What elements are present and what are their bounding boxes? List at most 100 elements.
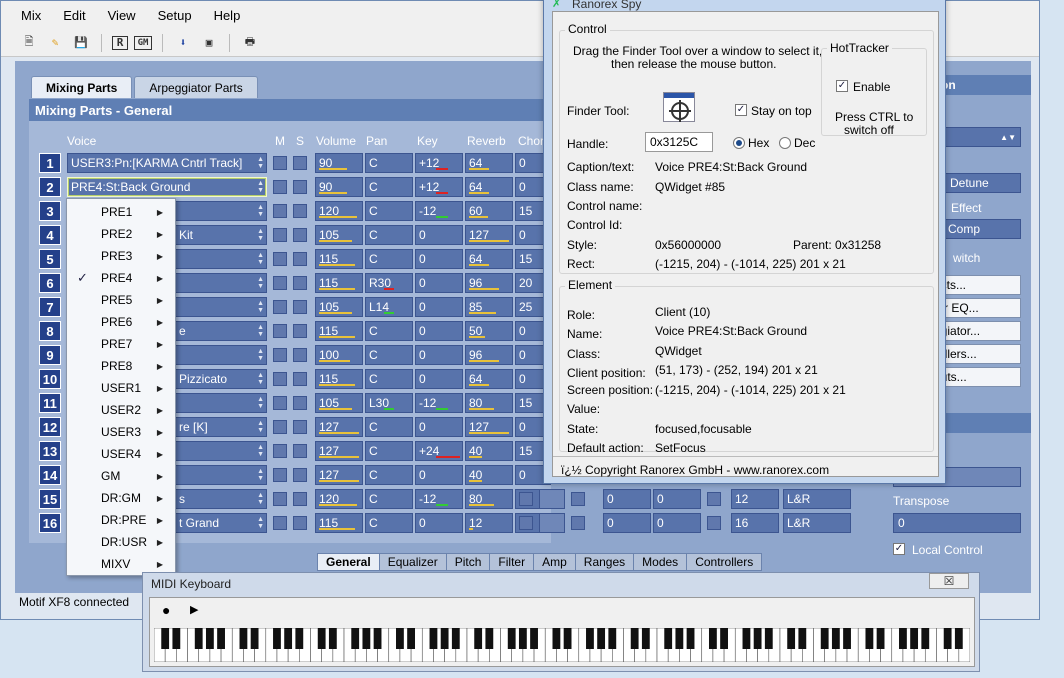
solo-checkbox[interactable]	[293, 396, 307, 410]
solo-checkbox[interactable]	[293, 204, 307, 218]
key-field[interactable]: 0	[415, 345, 463, 365]
spin-arrows-icon[interactable]: ▲ ▼	[257, 444, 264, 458]
black-key[interactable]	[798, 628, 807, 649]
output-field[interactable]: L&R	[783, 489, 851, 509]
volume-field[interactable]: 115	[315, 513, 363, 533]
mute-checkbox[interactable]	[273, 372, 287, 386]
pan-field[interactable]: L14	[365, 297, 413, 317]
dry-field[interactable]: 0	[653, 489, 701, 509]
reverb-field[interactable]: 64	[465, 177, 513, 197]
black-key[interactable]	[239, 628, 248, 649]
black-key[interactable]	[351, 628, 360, 649]
key-field[interactable]: 0	[415, 513, 463, 533]
record-icon[interactable]: ●	[162, 602, 170, 618]
reverb-field[interactable]: 64	[465, 369, 513, 389]
black-key[interactable]	[440, 628, 449, 649]
spin-arrows-icon[interactable]: ▲ ▼	[257, 180, 264, 194]
voice-field[interactable]: PRE4:St:Back Ground ▲ ▼	[67, 177, 267, 197]
pan-field[interactable]: R30	[365, 273, 413, 293]
key-field[interactable]: +24	[415, 441, 463, 461]
extra-checkbox[interactable]	[571, 516, 585, 530]
mute-checkbox[interactable]	[273, 180, 287, 194]
solo-checkbox[interactable]	[293, 372, 307, 386]
black-key[interactable]	[764, 628, 773, 649]
menu-item-pre7[interactable]: PRE7 ▶	[67, 333, 175, 355]
extra-checkbox[interactable]	[707, 516, 721, 530]
solo-checkbox[interactable]	[293, 156, 307, 170]
tab-filter[interactable]: Filter	[489, 553, 535, 571]
device-icon[interactable]: ▣	[199, 33, 219, 53]
stay-on-top-checkbox[interactable]: ✓	[735, 104, 747, 116]
pan-field[interactable]: C	[365, 321, 413, 341]
black-key[interactable]	[943, 628, 952, 649]
pan-field[interactable]: C	[365, 345, 413, 365]
black-key[interactable]	[317, 628, 326, 649]
reverb-field[interactable]: 80	[465, 393, 513, 413]
tab-controllers[interactable]: Controllers	[686, 553, 763, 571]
piano-keys[interactable]	[154, 628, 970, 662]
key-field[interactable]: 0	[415, 417, 463, 437]
solo-checkbox[interactable]	[293, 420, 307, 434]
solo-checkbox[interactable]	[293, 276, 307, 290]
mute-checkbox[interactable]	[273, 252, 287, 266]
pan-field[interactable]: C	[365, 417, 413, 437]
finder-tool-icon[interactable]	[663, 92, 695, 122]
black-key[interactable]	[284, 628, 293, 649]
key-field[interactable]: +12	[415, 153, 463, 173]
black-key[interactable]	[429, 628, 438, 649]
pan-field[interactable]: C	[365, 201, 413, 221]
mute-checkbox[interactable]	[273, 276, 287, 290]
mute-checkbox[interactable]	[273, 516, 287, 530]
menu-item-pre4[interactable]: ✓ PRE4 ▶	[67, 267, 175, 289]
extra-checkbox[interactable]	[519, 492, 533, 506]
reverb-field[interactable]: 60	[465, 201, 513, 221]
solo-checkbox[interactable]	[293, 492, 307, 506]
spin-arrows-icon[interactable]: ▲ ▼	[257, 396, 264, 410]
black-key[interactable]	[641, 628, 650, 649]
channel-field[interactable]: 16	[731, 513, 779, 533]
mute-checkbox[interactable]	[273, 300, 287, 314]
tab-modes[interactable]: Modes	[633, 553, 688, 571]
volume-field[interactable]: 90	[315, 153, 363, 173]
black-key[interactable]	[686, 628, 695, 649]
extra-checkbox[interactable]	[707, 492, 721, 506]
extra-checkbox[interactable]	[571, 492, 585, 506]
black-key[interactable]	[742, 628, 751, 649]
black-key[interactable]	[921, 628, 930, 649]
black-key[interactable]	[753, 628, 762, 649]
menu-item-user4[interactable]: USER4 ▶	[67, 443, 175, 465]
black-key[interactable]	[843, 628, 851, 649]
key-field[interactable]: -12	[415, 201, 463, 221]
volume-field[interactable]: 90	[315, 177, 363, 197]
handle-input[interactable]: 0x3125C	[645, 132, 713, 152]
spin-arrows-icon[interactable]: ▲ ▼	[257, 252, 264, 266]
spin-arrows-icon[interactable]: ▲ ▼	[257, 348, 264, 362]
reverb-field[interactable]: 80	[465, 489, 513, 509]
black-key[interactable]	[194, 628, 203, 649]
menu-item-gm[interactable]: GM ▶	[67, 465, 175, 487]
pan-field[interactable]: C	[365, 225, 413, 245]
hex-radio[interactable]	[733, 137, 745, 149]
black-key[interactable]	[664, 628, 673, 649]
close-icon[interactable]: ☒	[929, 573, 969, 589]
pan-field[interactable]: C	[365, 249, 413, 269]
key-field[interactable]: 0	[415, 465, 463, 485]
mute-checkbox[interactable]	[273, 228, 287, 242]
dec-radio[interactable]	[779, 137, 791, 149]
key-field[interactable]: 0	[415, 225, 463, 245]
mute-checkbox[interactable]	[273, 348, 287, 362]
save-icon[interactable]: 💾	[71, 33, 91, 53]
black-key[interactable]	[586, 628, 594, 649]
solo-checkbox[interactable]	[293, 444, 307, 458]
menu-setup[interactable]: Setup	[158, 8, 192, 23]
pan-field[interactable]: C	[365, 441, 413, 461]
reverb-field[interactable]: 85	[465, 297, 513, 317]
key-field[interactable]: 0	[415, 249, 463, 269]
reverb-field[interactable]: 127	[465, 417, 513, 437]
volume-field[interactable]: 127	[315, 465, 363, 485]
black-key[interactable]	[876, 628, 885, 649]
spin-arrows-icon[interactable]: ▲ ▼	[257, 468, 264, 482]
black-key[interactable]	[407, 628, 416, 649]
menu-item-pre8[interactable]: PRE8 ▶	[67, 355, 175, 377]
black-key[interactable]	[161, 628, 170, 649]
